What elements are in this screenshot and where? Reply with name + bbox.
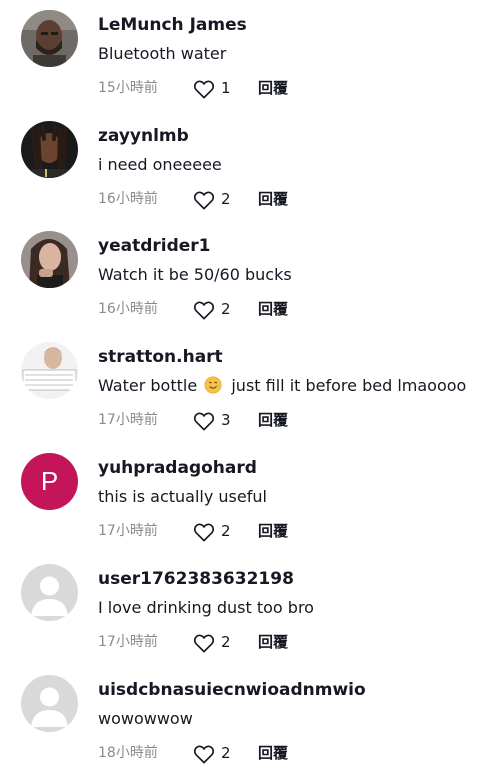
like-count: 2: [221, 300, 231, 318]
heart-icon[interactable]: [193, 190, 215, 210]
default-avatar[interactable]: [21, 564, 78, 621]
heart-icon[interactable]: [193, 522, 215, 542]
like-count: 1: [221, 79, 231, 97]
comment-meta: 17小時前 3 回覆: [98, 408, 398, 432]
username[interactable]: stratton.hart: [98, 345, 223, 369]
comment-text-part: Water bottle: [98, 376, 198, 395]
heart-icon[interactable]: [193, 633, 215, 653]
timestamp: 16小時前: [98, 191, 158, 207]
reply-button[interactable]: 回覆: [258, 76, 288, 100]
comment-meta: 16小時前 2 回覆: [98, 297, 398, 321]
comment-text: i need oneeeee: [98, 155, 222, 174]
like-count: 2: [221, 522, 231, 540]
timestamp: 17小時前: [98, 412, 158, 428]
like-count: 3: [221, 411, 231, 429]
comment-text: Watch it be 50/60 bucks: [98, 265, 292, 284]
comment-meta: 15小時前 1 回覆: [98, 76, 398, 100]
avatar[interactable]: P: [21, 453, 78, 510]
heart-icon[interactable]: [193, 79, 215, 99]
timestamp: 16小時前: [98, 301, 158, 317]
comment-item: LeMunch James Bluetooth water 15小時前 1 回覆: [0, 0, 503, 111]
username[interactable]: LeMunch James: [98, 13, 247, 37]
timestamp: 18小時前: [98, 745, 158, 761]
comment-meta: 17小時前 2 回覆: [98, 519, 398, 543]
comment-text: Bluetooth water: [98, 44, 227, 63]
comment-text: this is actually useful: [98, 487, 267, 506]
timestamp: 17小時前: [98, 523, 158, 539]
username[interactable]: uisdcbnasuiecnwioadnmwio: [98, 678, 366, 702]
comment-meta: 18小時前 2 回覆: [98, 741, 398, 765]
comment-text: Water bottle just fill it before bed lma…: [98, 374, 466, 398]
reply-button[interactable]: 回覆: [258, 408, 288, 432]
like-count: 2: [221, 744, 231, 762]
username[interactable]: user1762383632198: [98, 567, 294, 591]
heart-icon[interactable]: [193, 744, 215, 764]
reply-button[interactable]: 回覆: [258, 297, 288, 321]
avatar-letter: P: [40, 466, 59, 496]
username[interactable]: yuhpradagohard: [98, 456, 257, 480]
username[interactable]: zayynlmb: [98, 124, 189, 148]
comment-text: I love drinking dust too bro: [98, 598, 314, 617]
default-avatar[interactable]: [21, 675, 78, 732]
like-count: 2: [221, 190, 231, 208]
comment-item: stratton.hart Water bottle just fill it …: [0, 332, 503, 443]
comment-text-part: just fill it before bed lmaoooo: [231, 376, 467, 395]
smiling-face-with-tear-emoji: [204, 376, 222, 394]
reply-button[interactable]: 回覆: [258, 630, 288, 654]
timestamp: 17小時前: [98, 634, 158, 650]
comment-item: yeatdrider1 Watch it be 50/60 bucks 16小時…: [0, 221, 503, 332]
reply-button[interactable]: 回覆: [258, 187, 288, 211]
comment-text: wowowwow: [98, 709, 193, 728]
username[interactable]: yeatdrider1: [98, 234, 211, 258]
avatar[interactable]: [21, 342, 78, 399]
comment-meta: 17小時前 2 回覆: [98, 630, 398, 654]
timestamp: 15小時前: [98, 80, 158, 96]
heart-icon[interactable]: [193, 300, 215, 320]
avatar[interactable]: [21, 10, 78, 67]
avatar[interactable]: [21, 231, 78, 288]
heart-icon[interactable]: [193, 411, 215, 431]
comment-item: zayynlmb i need oneeeee 16小時前 2 回覆: [0, 111, 503, 222]
avatar[interactable]: [21, 121, 78, 178]
comment-item: P yuhpradagohard this is actually useful…: [0, 443, 503, 554]
reply-button[interactable]: 回覆: [258, 741, 288, 765]
like-count: 2: [221, 633, 231, 651]
comment-item: user1762383632198 I love drinking dust t…: [0, 554, 503, 665]
reply-button[interactable]: 回覆: [258, 519, 288, 543]
comment-item: uisdcbnasuiecnwioadnmwio wowowwow 18小時前 …: [0, 665, 503, 776]
comment-meta: 16小時前 2 回覆: [98, 187, 398, 211]
